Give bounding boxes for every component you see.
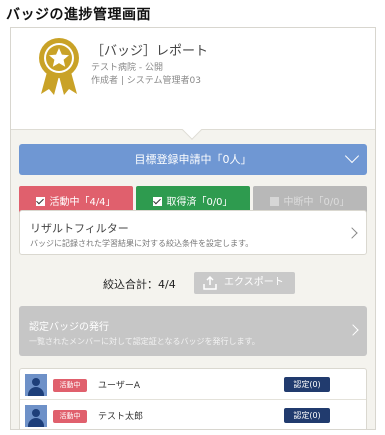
chevron-right-icon	[347, 324, 359, 336]
target-registration-dropdown[interactable]: 目標登録申請中「0人」	[19, 144, 367, 175]
result-filter-card[interactable]: リザルトフィルター バッジに記録された学習結果に対する絞込条件を設定します。	[19, 210, 367, 255]
result-filter-title: リザルトフィルター	[30, 222, 129, 235]
target-registration-label: 目標登録申請中「0人」	[134, 153, 252, 166]
badge-title: ［バッジ］レポート	[91, 44, 209, 59]
chevron-down-icon	[344, 148, 360, 164]
badge-progress-panel: ［バッジ］レポート テスト病院 - 公開 作成者 | システム管理者03 目標登…	[10, 27, 376, 430]
status-active-label: 活動中「4/4」	[49, 197, 116, 208]
badge-header: ［バッジ］レポート テスト病院 - 公開 作成者 | システム管理者03	[11, 28, 375, 130]
member-list: 活動中 ユーザーA 認定(0) 活動中 テスト太郎 認定(0)	[19, 368, 367, 429]
badge-organization: テスト病院 - 公開	[91, 63, 163, 73]
checkbox-icon	[36, 197, 46, 206]
avatar	[25, 374, 47, 396]
status-acquired-label: 取得済「0/0」	[166, 197, 233, 208]
certify-button[interactable]: 認定(0)	[284, 408, 330, 423]
export-icon	[203, 275, 217, 290]
member-name: テスト太郎	[98, 412, 144, 422]
status-badge: 活動中	[53, 410, 87, 423]
member-name: ユーザーA	[98, 381, 140, 391]
certification-title: 認定バッジの発行	[29, 322, 109, 333]
certification-description: 一覧されたメンバーに対して認定証となるバッジを発行します。	[29, 337, 260, 346]
member-row: 活動中 テスト太郎 認定(0)	[20, 402, 366, 429]
status-suspended-label: 中断中「0/0」	[283, 197, 350, 208]
page-title: バッジの進捗管理画面	[6, 7, 151, 23]
export-button[interactable]: エクスポート	[194, 272, 295, 294]
badge-author: 作成者 | システム管理者03	[91, 76, 201, 86]
status-badge: 活動中	[53, 379, 87, 392]
checkbox-icon	[270, 197, 280, 206]
filter-total: 絞込合計：4/4	[103, 278, 176, 291]
export-label: エクスポート	[224, 277, 284, 288]
member-row: 活動中 ユーザーA 認定(0)	[20, 371, 366, 400]
checkbox-icon	[153, 197, 163, 206]
badge-medal-icon	[39, 38, 79, 95]
chevron-right-icon	[346, 227, 358, 239]
avatar	[25, 405, 47, 427]
certify-button[interactable]: 認定(0)	[284, 377, 330, 392]
certification-badge-card[interactable]: 認定バッジの発行 一覧されたメンバーに対して認定証となるバッジを発行します。	[19, 306, 367, 356]
result-filter-description: バッジに記録された学習結果に対する絞込条件を設定します。	[30, 239, 254, 248]
